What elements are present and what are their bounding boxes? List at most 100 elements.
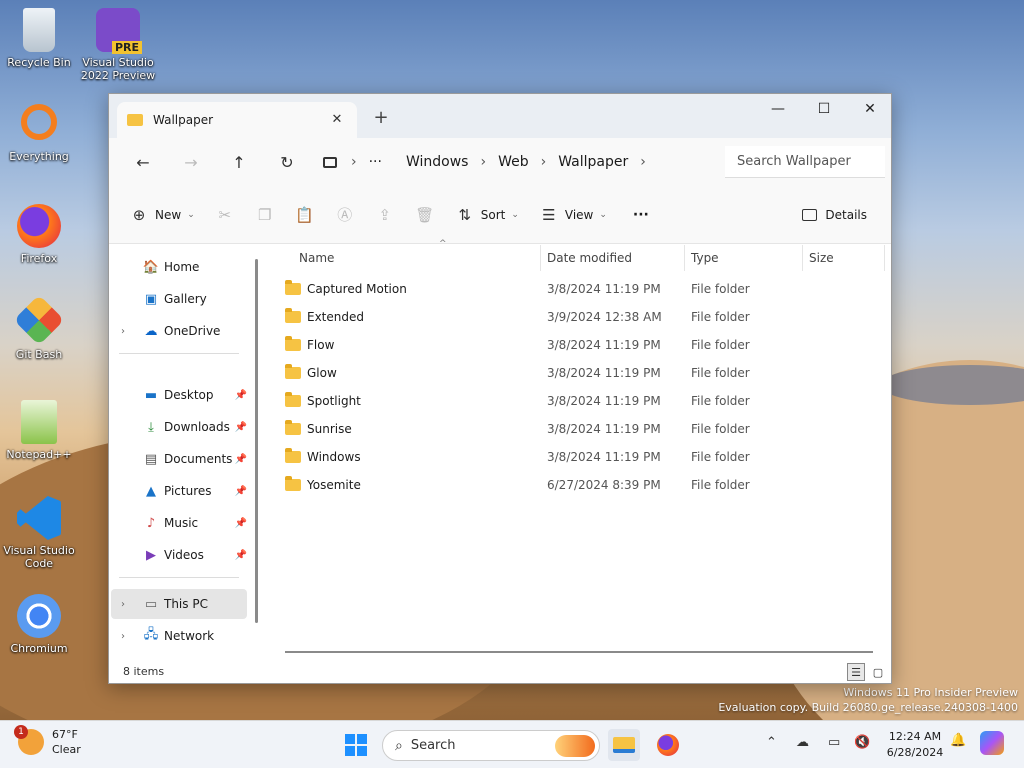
chevron-right-icon[interactable]: › [121,326,125,337]
chevron-down-icon: ⌄ [511,209,519,220]
chevron-right-icon[interactable]: › [121,631,125,642]
nav-item-pictures[interactable]: ▲ Pictures 📌 [111,476,247,506]
show-hidden-icons-chevron-up-icon[interactable]: ⌃ [766,735,777,750]
pin-icon[interactable]: 📌 [235,486,247,497]
file-row[interactable]: Sunrise 3/8/2024 11:19 PM File folder [281,415,865,443]
volume-muted-icon[interactable]: 🔇 [854,735,870,750]
file-row[interactable]: Flow 3/8/2024 11:19 PM File folder [281,331,865,359]
column-header-size[interactable]: Size [803,245,885,271]
back-button[interactable]: ← [119,146,167,178]
nav-item-home[interactable]: 🏠 Home [111,252,247,282]
desktop-icon-everything[interactable]: Everything [2,104,76,163]
column-header-name[interactable]: ^ Name [293,239,541,271]
file-date: 3/8/2024 11:19 PM [547,450,661,464]
nav-item-desktop[interactable]: ▬ Desktop 📌 [111,380,247,410]
maximize-button[interactable]: ☐ [801,94,847,124]
file-row[interactable]: Glow 3/8/2024 11:19 PM File folder [281,359,865,387]
search-input[interactable]: Search Wallpaper [725,146,885,178]
nav-item-documents[interactable]: ▤ Documents 📌 [111,444,247,474]
column-header-date[interactable]: Date modified [541,245,685,271]
desktop-icon-git-bash[interactable]: Git Bash [2,294,76,361]
forward-button[interactable]: → [167,146,215,178]
more-options-button[interactable]: ··· [621,199,655,231]
taskbar-firefox[interactable] [652,729,684,761]
large-icons-view-icon[interactable]: ▢ [869,663,887,681]
desktop-icon-firefox[interactable]: Firefox [2,204,76,265]
file-row[interactable]: Captured Motion 3/8/2024 11:19 PM File f… [281,275,865,303]
horizontal-scrollbar[interactable] [285,651,873,653]
gallery-icon: ▣ [144,291,158,307]
breadcrumb-overflow[interactable]: ··· [369,154,382,170]
file-name: Captured Motion [307,282,407,296]
chevron-right-icon[interactable]: › [640,154,646,170]
file-row[interactable]: Windows 3/8/2024 11:19 PM File folder [281,443,865,471]
nav-item-onedrive[interactable]: › ☁ OneDrive [111,316,247,346]
nav-item-gallery[interactable]: ▣ Gallery [111,284,247,314]
view-label: View [564,207,594,222]
nav-item-downloads[interactable]: ⤓ Downloads 📌 [111,412,247,442]
tab-wallpaper[interactable]: Wallpaper ✕ [117,102,357,138]
file-type: File folder [691,338,750,352]
file-name: Spotlight [307,394,361,408]
document-icon: ▤ [144,451,158,467]
details-pane-button[interactable]: Details [802,199,867,231]
rename-button[interactable]: Ⓐ [329,199,361,231]
paste-button[interactable]: 📋 [289,199,321,231]
new-tab-button[interactable]: + [369,106,393,130]
taskbar-search[interactable]: ⌕ Search [382,730,600,761]
column-header-type[interactable]: Type [685,245,803,271]
folder-icon [285,420,301,435]
copy-button[interactable]: ❐ [249,199,281,231]
start-button[interactable] [340,729,372,761]
desktop-icon-label: Git Bash [15,348,63,361]
preview-badge: PRE [111,41,142,54]
file-date: 3/8/2024 11:19 PM [547,422,661,436]
new-button[interactable]: ⊕ New ⌄ [123,199,201,231]
copilot-icon[interactable] [980,731,1004,755]
view-button[interactable]: ☰ View ⌄ [533,199,613,231]
nav-label: Gallery [164,292,207,306]
breadcrumb-wallpaper[interactable]: Wallpaper [558,154,628,170]
close-tab-icon[interactable]: ✕ [327,110,347,130]
desktop-icon-label: Firefox [20,252,58,265]
sort-button[interactable]: ⇅ Sort ⌄ [449,199,525,231]
close-window-button[interactable]: ✕ [847,94,891,124]
nav-item-videos[interactable]: ▶ Videos 📌 [111,540,247,570]
pin-icon[interactable]: 📌 [235,518,247,529]
refresh-button[interactable]: ↻ [263,146,311,178]
minimize-button[interactable]: — [755,94,801,124]
desktop-icon-notepad-plus-plus[interactable]: Notepad++ [2,400,76,461]
cloud-offline-icon[interactable]: ☁ [796,735,809,750]
network-status-icon[interactable]: ▭ [828,735,840,750]
desktop-icon-recycle-bin[interactable]: Recycle Bin [2,8,76,69]
taskbar-file-explorer[interactable] [608,729,640,761]
breadcrumb-windows[interactable]: Windows [406,154,469,170]
details-label: Details [825,208,867,222]
nav-item-this-pc[interactable]: › ▭ This PC [111,589,247,619]
file-row[interactable]: Extended 3/9/2024 12:38 AM File folder [281,303,865,331]
desktop-icon-chromium[interactable]: Chromium [2,594,76,655]
file-row[interactable]: Yosemite 6/27/2024 8:39 PM File folder [281,471,865,499]
pin-icon[interactable]: 📌 [235,422,247,433]
chevron-right-icon[interactable]: › [121,599,125,610]
weather-widget[interactable]: 1 67°F Clear [14,725,81,757]
file-row[interactable]: Spotlight 3/8/2024 11:19 PM File folder [281,387,865,415]
pin-icon[interactable]: 📌 [235,454,247,465]
delete-button[interactable]: 🗑 [409,199,441,231]
navigation-scrollbar[interactable] [255,259,258,623]
details-view-icon[interactable]: ☰ [847,663,865,681]
clock[interactable]: 12:24 AM 6/28/2024 [880,729,950,761]
pin-icon[interactable]: 📌 [235,390,247,401]
pin-icon[interactable]: 📌 [235,550,247,561]
breadcrumb-web[interactable]: Web [498,154,529,170]
desktop-icon-visual-studio[interactable]: PRE Visual Studio 2022 Preview [80,8,156,82]
file-explorer-icon [613,737,635,753]
nav-item-music[interactable]: ♪ Music 📌 [111,508,247,538]
share-button[interactable]: ⇪ [369,199,401,231]
cut-button[interactable]: ✂ [209,199,241,231]
address-bar[interactable]: › ··· Windows › Web › Wallpaper › [315,146,713,178]
up-button[interactable]: ↑ [215,146,263,178]
desktop-icon-vscode[interactable]: Visual Studio Code [2,496,76,570]
notification-bell-icon[interactable]: 🔔 [950,733,966,748]
nav-item-network[interactable]: › 🖧 Network [111,621,247,651]
